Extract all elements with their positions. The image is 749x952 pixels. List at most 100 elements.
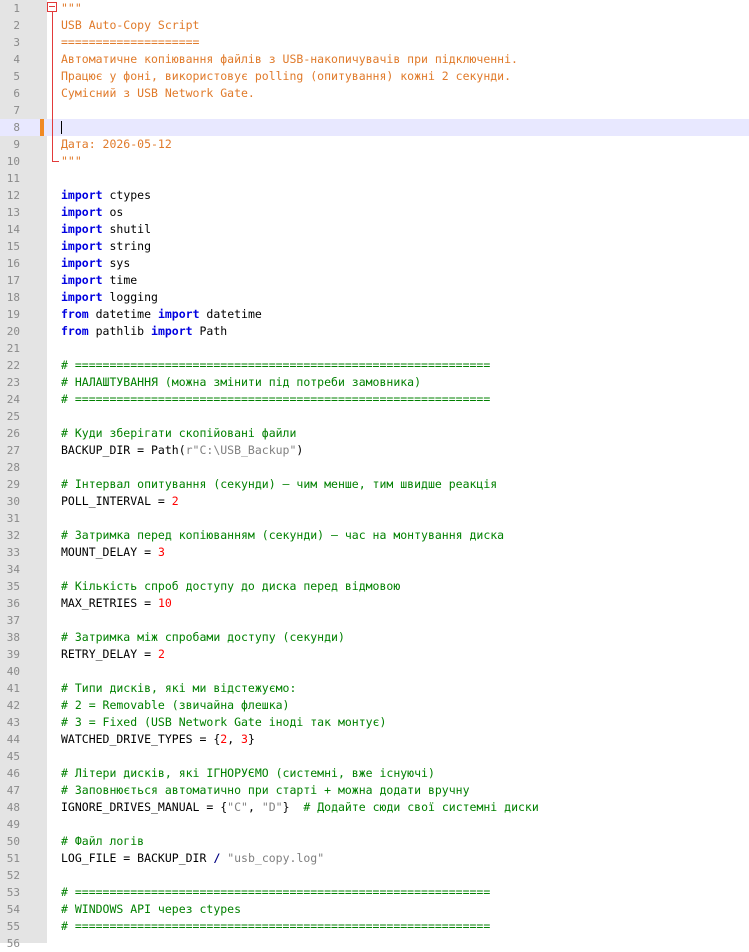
code-line[interactable]: 32 # Затримка перед копіюванням (секунди)…	[0, 527, 749, 544]
code-line[interactable]: 7	[0, 102, 749, 119]
code-text: MAX_RETRIES = 10	[61, 595, 172, 612]
code-line[interactable]: 26 # Куди зберігати скопійовані файли	[0, 425, 749, 442]
code-line[interactable]: 6 Сумісний з USB Network Gate.	[0, 85, 749, 102]
code-line[interactable]: 13 import os	[0, 204, 749, 221]
code-token: }	[282, 800, 304, 814]
code-line[interactable]: 42 # 2 = Removable (звичайна флешка)	[0, 697, 749, 714]
code-text: import os	[61, 204, 123, 221]
code-line[interactable]: 3 ====================	[0, 34, 749, 51]
code-line[interactable]: 8	[0, 119, 749, 136]
line-number: 30	[6, 495, 20, 508]
code-line[interactable]: 31	[0, 510, 749, 527]
line-number: 49	[6, 818, 20, 831]
line-number: 44	[6, 733, 20, 746]
code-line[interactable]: 14 import shutil	[0, 221, 749, 238]
code-text: # ======================================…	[61, 357, 490, 374]
code-line[interactable]: 4 Автоматичне копіювання файлів з USB-нак…	[0, 51, 749, 68]
code-line[interactable]: 5 Працює у фоні, використовує polling (оп…	[0, 68, 749, 85]
code-line[interactable]: 12 import ctypes	[0, 187, 749, 204]
code-line[interactable]: 46 # Літери дисків, які ІГНОРУЄМО (систем…	[0, 765, 749, 782]
code-token: r"C:\USB_Backup"	[185, 443, 297, 457]
code-text: MOUNT_DELAY = 3	[61, 544, 165, 561]
code-line[interactable]: 49	[0, 816, 749, 833]
code-token: # 3 = Fixed (USB Network Gate іноді так …	[61, 715, 387, 729]
code-line[interactable]: 15 import string	[0, 238, 749, 255]
code-line[interactable]: 56	[0, 935, 749, 952]
code-line[interactable]: 24 # ====================================…	[0, 391, 749, 408]
code-line[interactable]: 35 # Кількість спроб доступу до диска пер…	[0, 578, 749, 595]
code-line[interactable]: 51 LOG_FILE = BACKUP_DIR / "usb_copy.log"	[0, 850, 749, 867]
code-line[interactable]: 17 import time	[0, 272, 749, 289]
code-token: Працює у фоні, використовує polling (опи…	[61, 69, 512, 83]
code-line[interactable]: 37	[0, 612, 749, 629]
line-number: 37	[6, 614, 20, 627]
code-token: }	[247, 732, 255, 746]
line-number: 39	[6, 648, 20, 661]
code-text: POLL_INTERVAL = 2	[61, 493, 179, 510]
code-line[interactable]: 16 import sys	[0, 255, 749, 272]
code-line[interactable]: 47 # Заповнюється автоматично при старті …	[0, 782, 749, 799]
line-number: 35	[6, 580, 20, 593]
code-line[interactable]: 54 # WINDOWS API через ctypes	[0, 901, 749, 918]
code-line[interactable]: 33 MOUNT_DELAY = 3	[0, 544, 749, 561]
code-text: # ======================================…	[61, 884, 490, 901]
code-line[interactable]: 50 # Файл логів	[0, 833, 749, 850]
fold-collapse-icon[interactable]	[47, 2, 57, 12]
code-line[interactable]: 28	[0, 459, 749, 476]
line-number: 47	[6, 784, 20, 797]
line-number: 10	[6, 155, 20, 168]
code-line[interactable]: 36 MAX_RETRIES = 10	[0, 595, 749, 612]
code-token: # ======================================…	[61, 919, 491, 933]
code-line[interactable]: 20 from pathlib import Path	[0, 323, 749, 340]
code-text: """	[61, 153, 82, 170]
line-number: 34	[6, 563, 20, 576]
code-line[interactable]: 45	[0, 748, 749, 765]
code-line[interactable]: 11	[0, 170, 749, 187]
code-text: BACKUP_DIR = Path(r"C:\USB_Backup")	[61, 442, 303, 459]
code-line[interactable]: 10 """	[0, 153, 749, 170]
code-line[interactable]: 29 # Інтервал опитування (секунди) — чим …	[0, 476, 749, 493]
code-line[interactable]: 18 import logging	[0, 289, 749, 306]
code-token: BACKUP_DIR = Path(	[61, 443, 186, 457]
code-line[interactable]: 44 WATCHED_DRIVE_TYPES = {2, 3}	[0, 731, 749, 748]
code-line[interactable]: 55 # ====================================…	[0, 918, 749, 935]
code-token: Автоматичне копіювання файлів з USB-нако…	[61, 52, 518, 66]
code-line[interactable]: 22 # ====================================…	[0, 357, 749, 374]
code-editor[interactable]: 1 """ 2 USB Auto-Copy Script 3 ==============…	[0, 0, 749, 950]
code-line[interactable]: 2 USB Auto-Copy Script	[0, 17, 749, 34]
code-token: """	[61, 1, 82, 15]
code-line[interactable]: 39 RETRY_DELAY = 2	[0, 646, 749, 663]
line-number: 25	[6, 410, 20, 423]
code-line[interactable]: 43 # 3 = Fixed (USB Network Gate іноді та…	[0, 714, 749, 731]
code-line[interactable]: 34	[0, 561, 749, 578]
code-line[interactable]: 41 # Типи дисків, які ми відстежуємо:	[0, 680, 749, 697]
code-line[interactable]: 40	[0, 663, 749, 680]
code-line[interactable]: 52	[0, 867, 749, 884]
code-line[interactable]: 19 from datetime import datetime	[0, 306, 749, 323]
code-token: datetime	[199, 307, 262, 321]
line-number: 55	[6, 920, 20, 933]
code-text: WATCHED_DRIVE_TYPES = {2, 3}	[61, 731, 255, 748]
code-token: # WINDOWS API через ctypes	[61, 902, 242, 916]
code-line[interactable]: 23 # НАЛАШТУВАННЯ (можна змінити під потр…	[0, 374, 749, 391]
code-token: import	[61, 273, 103, 287]
code-text: Дата: 2026-05-12	[61, 136, 172, 153]
code-line[interactable]: 27 BACKUP_DIR = Path(r"C:\USB_Backup")	[0, 442, 749, 459]
line-number: 2	[13, 19, 20, 32]
line-number: 23	[6, 376, 20, 389]
code-token: import	[157, 307, 200, 321]
code-line[interactable]: 21	[0, 340, 749, 357]
code-text: # Файл логів	[61, 833, 144, 850]
code-line[interactable]: 48 IGNORE_DRIVES_MANUAL = {"C", "D"} # До…	[0, 799, 749, 816]
code-line[interactable]: 53 # ====================================…	[0, 884, 749, 901]
code-text: # Типи дисків, які ми відстежуємо:	[61, 680, 296, 697]
code-text: # НАЛАШТУВАННЯ (можна змінити під потреб…	[61, 374, 421, 391]
code-line[interactable]: 9 Дата: 2026-05-12	[0, 136, 749, 153]
code-line[interactable]: 1 """	[0, 0, 749, 17]
code-line[interactable]: 30 POLL_INTERVAL = 2	[0, 493, 749, 510]
code-line[interactable]: 38 # Затримка між спробами доступу (секун…	[0, 629, 749, 646]
code-lines[interactable]: 1 """ 2 USB Auto-Copy Script 3 ==============…	[0, 0, 749, 952]
line-number: 17	[6, 274, 20, 287]
line-number: 54	[6, 903, 20, 916]
code-line[interactable]: 25	[0, 408, 749, 425]
